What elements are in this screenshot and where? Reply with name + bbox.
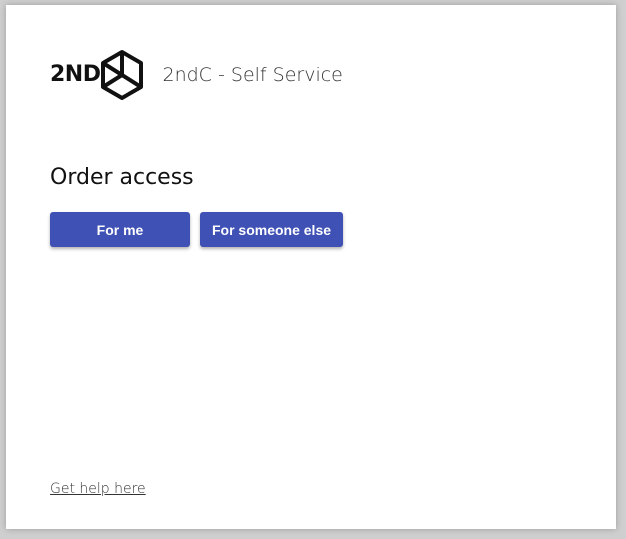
self-service-card: 2ND 2ndC - Self Service Order access For… [6, 5, 616, 529]
order-options: For me For someone else [50, 212, 343, 247]
logo-text: 2ND [50, 62, 101, 87]
cube-outline-icon [101, 50, 144, 100]
page-title: Order access [50, 165, 194, 190]
brand-header: 2ND 2ndC - Self Service [50, 49, 343, 101]
app-title: 2ndC - Self Service [162, 64, 343, 86]
brand-logo: 2ND [50, 49, 144, 101]
get-help-link[interactable]: Get help here [50, 481, 146, 497]
for-me-button[interactable]: For me [50, 212, 190, 247]
for-someone-else-button[interactable]: For someone else [200, 212, 343, 247]
